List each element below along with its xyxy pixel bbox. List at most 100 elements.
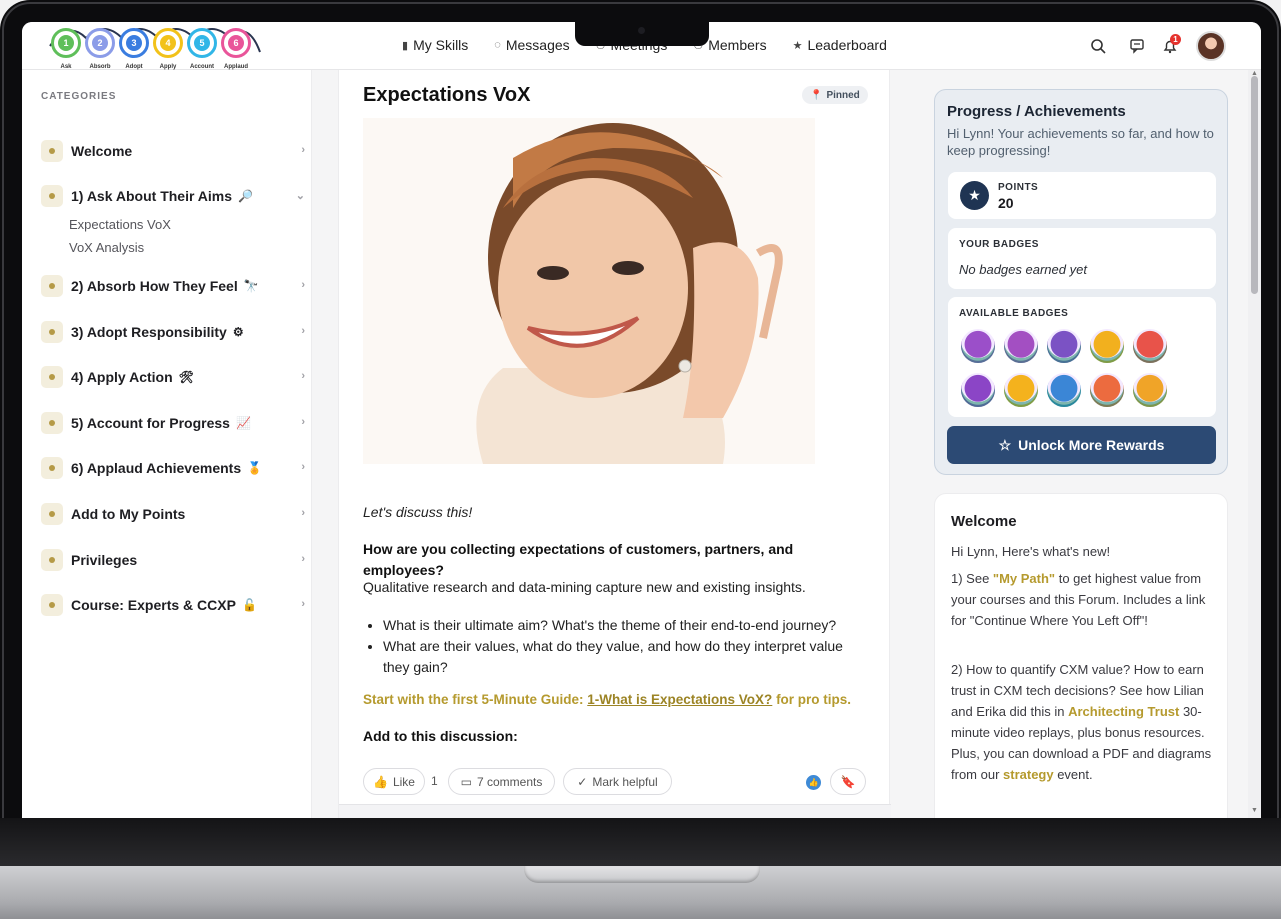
available-badge-icon[interactable]: [1090, 373, 1124, 407]
category-label: 5) Account for Progress: [71, 415, 230, 431]
sidebar-category-item[interactable]: Privileges ›: [41, 548, 305, 572]
category-emoji-icon: 🔎: [238, 189, 253, 203]
available-badge-icon[interactable]: [1004, 329, 1038, 363]
chevron-right-icon[interactable]: ›: [301, 416, 305, 428]
category-bullet-icon: [41, 321, 63, 343]
categories-sidebar: CATEGORIES Welcome › 1) Ask About Their Ai…: [22, 70, 312, 818]
chevron-right-icon[interactable]: ›: [301, 279, 305, 291]
welcome-item-1: 1) See "My Path" to get highest value fr…: [951, 571, 1206, 628]
architecting-trust-link[interactable]: Architecting Trust: [1068, 704, 1179, 719]
post-panel: Expectations VoX 📍 Pinned Let's discuss …: [338, 70, 891, 818]
logo-step-circle: 2: [85, 28, 115, 58]
category-bullet-icon: [41, 503, 63, 525]
category-emoji-icon: 🛠: [178, 370, 194, 384]
points-value: 20: [998, 195, 1014, 211]
category-label: 4) Apply Action: [71, 369, 173, 385]
welcome-card: Welcome Hi Lynn, Here's what's new! 1) S…: [934, 493, 1228, 818]
pin-icon: 📍: [810, 89, 823, 101]
chevron-right-icon[interactable]: ›: [301, 325, 305, 337]
check-icon: ✓: [577, 774, 588, 789]
mark-helpful-button[interactable]: ✓ Mark helpful: [563, 768, 672, 795]
messages-icon[interactable]: [1129, 38, 1145, 54]
category-bullet-icon: [41, 594, 63, 616]
available-badge-icon[interactable]: [961, 329, 995, 363]
star-icon: ★: [792, 39, 803, 52]
comment-icon: ▭: [460, 774, 472, 789]
logo-step-circle: 4: [153, 28, 183, 58]
badges-empty-text: No badges earned yet: [959, 262, 1087, 277]
available-badge-icon[interactable]: [1133, 373, 1167, 407]
post-bullet-list: What is their ultimate aim? What's the t…: [383, 615, 873, 678]
logo-step-number: 6: [228, 35, 244, 51]
sidebar-category-item[interactable]: 4) Apply Action 🛠 ›: [41, 365, 305, 389]
category-label: 6) Applaud Achievements: [71, 460, 242, 476]
post-actions: 👍 Like 1 ▭ 7 comments ✓ Mark helpful 👍 🔖: [363, 768, 866, 796]
like-button[interactable]: 👍 Like: [363, 768, 425, 795]
available-badge-icon[interactable]: [1047, 373, 1081, 407]
post-bullet: What is their ultimate aim? What's the t…: [383, 615, 873, 636]
available-badge-icon[interactable]: [961, 373, 995, 407]
subcategory-expectations-vox[interactable]: Expectations VoX: [69, 217, 171, 232]
nav-leaderboard[interactable]: ★ Leaderboard: [793, 37, 887, 53]
category-label: 3) Adopt Responsibility: [71, 324, 227, 340]
available-badge-icon[interactable]: [1047, 329, 1081, 363]
post-hero-image: [363, 118, 815, 464]
logo-step-circle: 6: [221, 28, 251, 58]
user-avatar[interactable]: [1196, 31, 1226, 61]
post-title: Expectations VoX: [363, 84, 531, 106]
pinned-badge: 📍 Pinned: [802, 86, 868, 104]
sidebar-category-item[interactable]: 6) Applaud Achievements 🏅 ›: [41, 456, 305, 480]
available-badges-box: AVAILABLE BADGES: [948, 297, 1216, 417]
points-box: ★ POINTS 20: [948, 172, 1216, 219]
your-badges-box: YOUR BADGES No badges earned yet: [948, 228, 1216, 289]
brand-logo[interactable]: 1 Ask 2 Absorb 3 Adopt 4 Apply 5 Account 6 Applaud: [48, 24, 261, 72]
comments-button[interactable]: ▭ 7 comments: [448, 768, 555, 795]
available-badge-icon[interactable]: [1004, 373, 1038, 407]
device-scene: 1 Ask 2 Absorb 3 Adopt 4 Apply 5 Account 6 Applaud …: [0, 0, 1281, 919]
chevron-right-icon[interactable]: ›: [301, 461, 305, 473]
strategy-link[interactable]: strategy: [1003, 767, 1054, 782]
scroll-thumb[interactable]: [1251, 76, 1258, 294]
post-bullet: What are their values, what do they valu…: [383, 636, 873, 678]
nav-my-skills[interactable]: ▮ My Skills: [402, 37, 468, 53]
points-label: POINTS: [998, 182, 1039, 193]
chevron-right-icon[interactable]: ›: [301, 144, 305, 156]
scroll-down-icon[interactable]: ▼: [1251, 807, 1258, 814]
progress-card: Progress / Achievements Hi Lynn! Your ac…: [934, 89, 1228, 475]
bar-chart-icon: ▮: [402, 39, 409, 52]
nav-messages[interactable]: ◌ Messages: [494, 37, 569, 53]
sidebar-category-item[interactable]: 3) Adopt Responsibility ⚙ ›: [41, 320, 305, 344]
sidebar-category-item[interactable]: Course: Experts & CCXP 🔓 ›: [41, 593, 305, 617]
chevron-down-icon[interactable]: ⌄: [296, 189, 305, 202]
available-badge-icon[interactable]: [1090, 329, 1124, 363]
category-bullet-icon: [41, 185, 63, 207]
sidebar-category-item[interactable]: 1) Ask About Their Aims 🔎 ⌄: [41, 184, 305, 208]
chevron-right-icon[interactable]: ›: [301, 370, 305, 382]
page-scrollbar[interactable]: ▲ ▼: [1248, 70, 1261, 818]
your-badges-label: YOUR BADGES: [959, 239, 1039, 250]
category-emoji-icon: 📈: [235, 416, 251, 430]
sidebar-category-item[interactable]: Welcome ›: [41, 139, 305, 163]
category-label: Add to My Points: [71, 506, 186, 522]
sidebar-category-item[interactable]: 2) Absorb How They Feel 🔭 ›: [41, 274, 305, 298]
like-reaction-icon: 👍: [806, 775, 821, 790]
sidebar-category-item[interactable]: Add to My Points ›: [41, 502, 305, 526]
guide-link[interactable]: 1-What is Expectations VoX?: [587, 692, 772, 707]
chevron-right-icon[interactable]: ›: [301, 553, 305, 565]
sidebar-category-item[interactable]: 5) Account for Progress 📈 ›: [41, 411, 305, 435]
search-icon[interactable]: [1090, 38, 1106, 54]
chevron-right-icon[interactable]: ›: [301, 598, 305, 610]
available-badge-icon[interactable]: [1133, 329, 1167, 363]
logo-step-number: 3: [126, 35, 142, 51]
unlock-rewards-button[interactable]: ☆ Unlock More Rewards: [947, 426, 1216, 464]
my-path-link[interactable]: "My Path": [993, 571, 1055, 586]
bookmark-button[interactable]: 🔖: [830, 768, 866, 795]
category-bullet-icon: [41, 412, 63, 434]
logo-step-number: 1: [58, 35, 74, 51]
chevron-right-icon[interactable]: ›: [301, 507, 305, 519]
welcome-title: Welcome: [951, 513, 1017, 530]
woman-listening-illustration: [363, 118, 815, 464]
subcategory-vox-analysis[interactable]: VoX Analysis: [69, 240, 144, 255]
star-outline-icon: ☆: [998, 436, 1012, 453]
laptop-chin: [0, 818, 1281, 866]
